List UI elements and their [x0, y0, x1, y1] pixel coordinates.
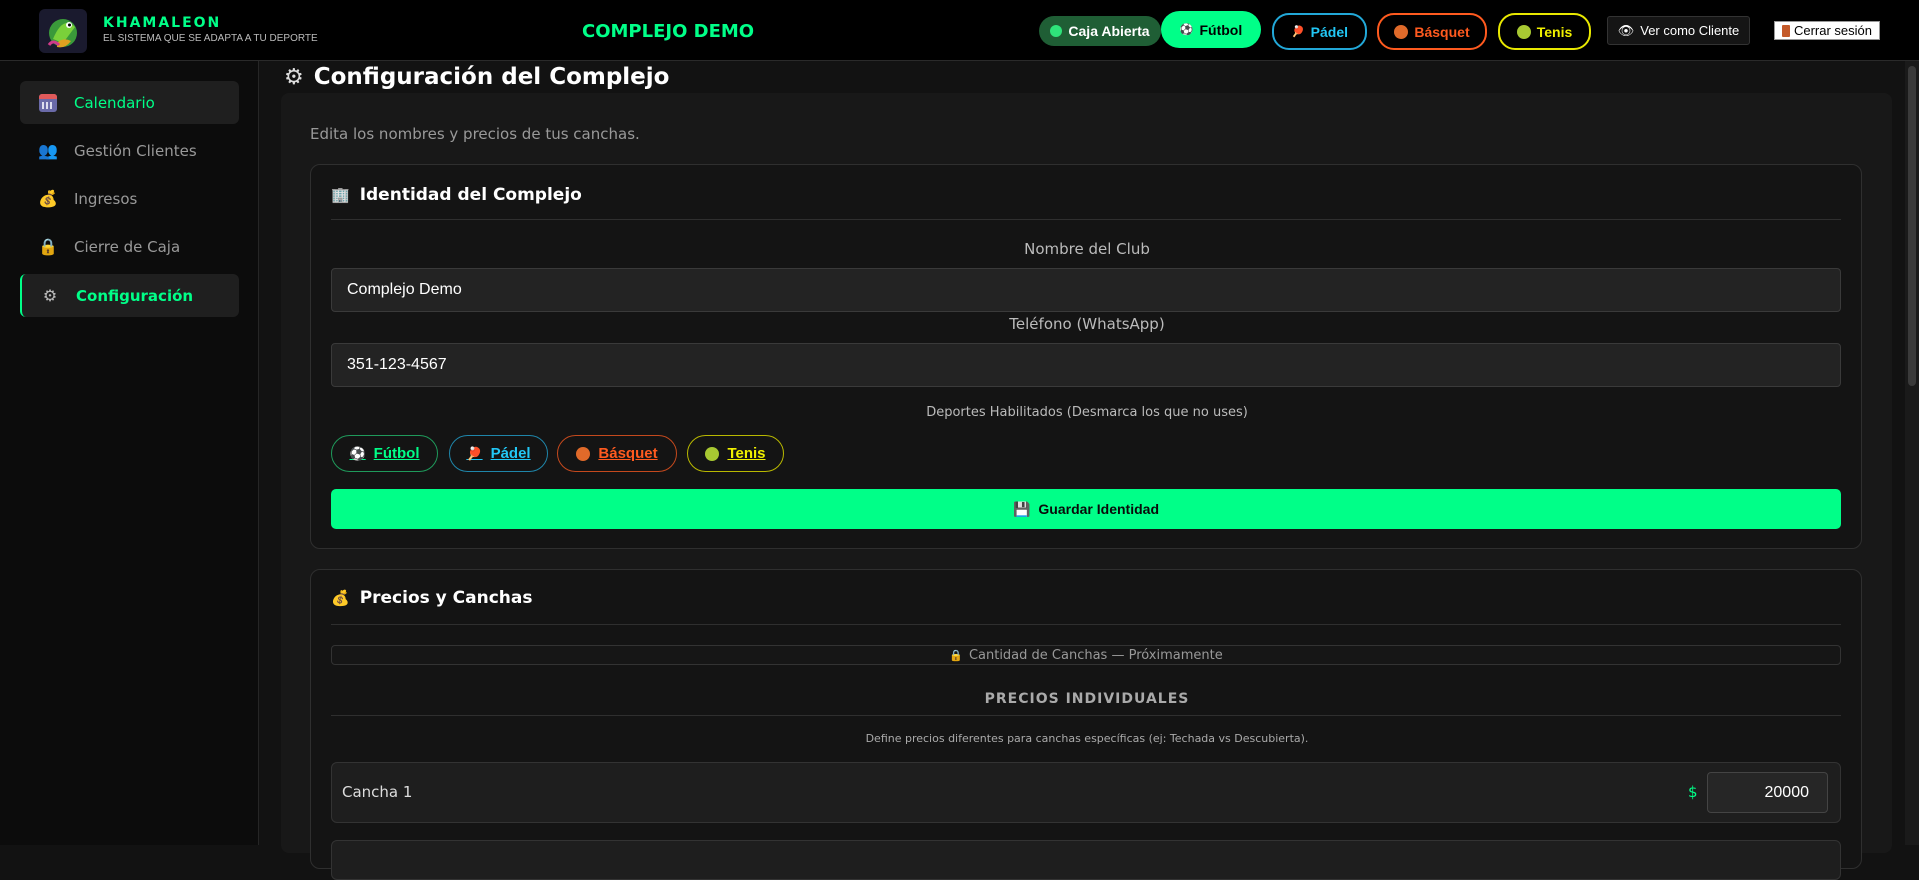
caja-status-label: Caja Abierta: [1068, 23, 1150, 39]
sport-filter-futbol[interactable]: ⚽ Fútbol: [1161, 11, 1261, 48]
save-identity-label: Guardar Identidad: [1038, 501, 1159, 517]
users-icon: 👥: [38, 141, 58, 160]
basketball-icon: [1394, 24, 1409, 39]
scrollbar-thumb[interactable]: [1908, 66, 1916, 386]
identity-heading-text: Identidad del Complejo: [359, 185, 582, 205]
club-name-label: Nombre del Club: [1024, 240, 1150, 258]
lock-icon: 🔒: [949, 648, 963, 662]
club-name-input[interactable]: Complejo Demo: [331, 268, 1841, 312]
identity-card: 🏢 Identidad del Complejo Nombre del Club…: [310, 164, 1862, 549]
individual-prices-title: PRECIOS INDIVIDUALES: [984, 691, 1190, 707]
coming-soon-text: Cantidad de Canchas — Próximamente: [968, 647, 1223, 663]
currency-symbol: $: [1688, 783, 1698, 801]
individual-prices-desc: Define precios diferentes para canchas e…: [865, 732, 1309, 745]
building-icon: 🏢: [331, 186, 350, 204]
sidebar-item-configuracion[interactable]: ⚙ Configuración: [20, 274, 239, 317]
sport-filter-label: Pádel: [1310, 23, 1349, 40]
sport-toggle-padel[interactable]: 🏓 Pádel: [449, 435, 548, 472]
sidebar-item-cierre-caja[interactable]: 🔒 Cierre de Caja: [20, 225, 239, 268]
sports-enabled-label: Deportes Habilitados (Desmarca los que n…: [926, 405, 1248, 420]
money-bag-icon: 💰: [38, 189, 58, 208]
brand-name: KHAMALEON: [103, 15, 222, 31]
logout-label: Cerrar sesión: [1793, 23, 1873, 38]
sidebar: Calendario 👥 Gestión Clientes 💰 Ingresos…: [0, 61, 259, 845]
money-bag-icon: 💰: [331, 589, 350, 607]
top-bar: KHAMALEON EL SISTEMA QUE SE ADAPTA A TU …: [0, 0, 1919, 61]
divider: [331, 624, 1841, 625]
tennis-ball-icon: [1516, 24, 1531, 39]
sport-toggle-label: Pádel: [490, 445, 531, 462]
sport-toggle-basquet[interactable]: Básquet: [557, 435, 677, 472]
identity-heading: 🏢 Identidad del Complejo: [331, 185, 582, 205]
pricing-heading: 💰 Precios y Canchas: [331, 588, 533, 608]
sport-filter-basquet[interactable]: Básquet: [1377, 13, 1487, 50]
sport-toggle-label: Tenis: [727, 445, 766, 462]
sidebar-item-calendario[interactable]: Calendario: [20, 81, 239, 124]
sport-filter-label: Básquet: [1414, 23, 1470, 40]
sidebar-item-label: Gestión Clientes: [74, 141, 197, 160]
sidebar-item-ingresos[interactable]: 💰 Ingresos: [20, 177, 239, 220]
divider: [331, 715, 1841, 716]
phone-label: Teléfono (WhatsApp): [1009, 315, 1165, 333]
court-name: Cancha 1: [342, 783, 413, 801]
brand: KHAMALEON EL SISTEMA QUE SE ADAPTA A TU …: [103, 15, 318, 44]
caja-status-icon: [1050, 25, 1063, 37]
page-title: ⚙ Configuración del Complejo: [284, 64, 669, 90]
sidebar-item-label: Calendario: [74, 93, 155, 112]
caja-status-button[interactable]: Caja Abierta: [1039, 16, 1161, 46]
pricing-heading-text: Precios y Canchas: [359, 588, 533, 608]
gear-icon: ⚙: [284, 64, 304, 90]
court-price-input[interactable]: 20000: [1707, 772, 1828, 813]
court-price-row: Cancha 1 $ 20000: [331, 762, 1841, 823]
client-view-label: Ver como Cliente: [1640, 23, 1740, 38]
save-identity-button[interactable]: 💾 Guardar Identidad: [331, 489, 1841, 529]
sidebar-item-label: Ingresos: [74, 189, 138, 208]
tennis-ball-icon: [705, 446, 720, 461]
sport-filter-label: Tenis: [1536, 23, 1573, 40]
logo: [39, 9, 87, 53]
door-icon: [1781, 24, 1790, 37]
divider: [331, 219, 1841, 220]
page-intro: Edita los nombres y precios de tus canch…: [310, 125, 640, 143]
paddle-icon: 🏓: [466, 445, 483, 461]
sport-toggle-label: Básquet: [598, 445, 658, 462]
brand-tagline: EL SISTEMA QUE SE ADAPTA A TU DEPORTE: [103, 33, 318, 44]
logout-button[interactable]: Cerrar sesión: [1774, 21, 1880, 40]
sport-filter-tenis[interactable]: Tenis: [1498, 13, 1591, 50]
court-count-coming-soon: 🔒 Cantidad de Canchas — Próximamente: [331, 645, 1841, 665]
soccer-ball-icon: ⚽: [349, 445, 366, 461]
pricing-card: 💰 Precios y Canchas 🔒 Cantidad de Cancha…: [310, 569, 1862, 880]
lock-icon: 🔒: [38, 237, 58, 256]
sport-toggle-futbol[interactable]: ⚽ Fútbol: [331, 435, 438, 472]
floppy-disk-icon: 💾: [1012, 500, 1031, 517]
soccer-ball-icon: ⚽: [1179, 24, 1194, 36]
sport-toggle-label: Fútbol: [373, 445, 420, 462]
paddle-icon: 🏓: [1290, 26, 1305, 38]
client-view-button[interactable]: 👁 Ver como Cliente: [1607, 16, 1750, 45]
court-price-row: [331, 840, 1841, 880]
calendar-icon: [38, 93, 58, 113]
basketball-icon: [576, 446, 591, 461]
club-title: COMPLEJO DEMO: [582, 21, 755, 42]
sidebar-item-label: Cierre de Caja: [74, 237, 181, 256]
sport-filter-padel[interactable]: 🏓 Pádel: [1272, 13, 1367, 50]
sidebar-item-clientes[interactable]: 👥 Gestión Clientes: [20, 129, 239, 172]
page-title-text: Configuración del Complejo: [313, 64, 670, 90]
sidebar-item-label: Configuración: [76, 286, 194, 305]
phone-input[interactable]: 351-123-4567: [331, 343, 1841, 387]
gear-icon: ⚙: [42, 286, 58, 305]
eye-icon: 👁: [1617, 22, 1635, 38]
sport-toggle-tenis[interactable]: Tenis: [687, 435, 784, 472]
sport-filter-label: Fútbol: [1199, 21, 1243, 38]
